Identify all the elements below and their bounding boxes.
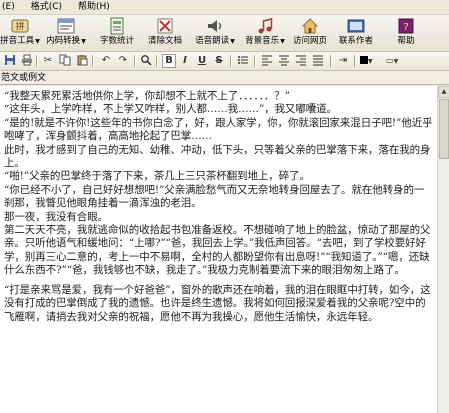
toolbar-divider [36, 55, 38, 67]
help-book-icon: ? [397, 17, 415, 35]
cut-icon[interactable]: ✂ [41, 54, 55, 68]
paragraph: 那一夜，我没有合眼。 [4, 210, 108, 223]
vertical-scrollbar[interactable]: ▲ [437, 86, 449, 413]
bold-button[interactable]: B [162, 54, 176, 68]
paragraph: “啪!”父亲的巴掌终于落了下来，茶几上三只茶杯翻到地上，碎了。 [4, 170, 310, 183]
find-icon[interactable] [139, 54, 153, 68]
paragraph: 此时，我才感到了自己的无知、幼稚、冲动，低下头，只等着父亲的巴掌落下来，落在我的… [4, 143, 431, 170]
scroll-up-icon[interactable]: ▲ [438, 86, 449, 98]
text-editor[interactable]: “我整天累死累活地供你上学，你却想不上就不上了．．．．．．？” “这年头，上学咋… [0, 86, 437, 413]
strikethrough-button[interactable]: S [212, 54, 226, 68]
toolbar-divider [230, 55, 232, 67]
undo-icon[interactable]: ↶ [99, 54, 113, 68]
menu-bar: (E) 格式(C) 帮助(H) [0, 0, 449, 15]
code-convert-button[interactable]: 内码转换▼ [42, 16, 90, 50]
speech-read-label: 语音朗读 [195, 36, 230, 46]
paragraph: “我整天累死累活地供你上学，你却想不上就不上了．．．．．．？” [4, 90, 290, 102]
print-icon[interactable] [20, 54, 34, 68]
contact-author-label: 联系作者 [338, 36, 373, 46]
highlight-color-picker[interactable]: ▭▼ [386, 54, 408, 68]
format-toolbar: ✂ ↶ ↷ B I U S ⇥ ▼ ▭▼ [0, 52, 449, 71]
paragraph: “这年头，上学咋样，不上学又咋样，别人都……我……”，我又嘟囔道。 [4, 103, 337, 116]
font-color-swatch [360, 56, 368, 64]
toolbar-divider [134, 55, 136, 67]
toolbar-divider [254, 55, 256, 67]
scrollbar-thumb[interactable] [439, 99, 449, 159]
code-convert-label: 内码转换 [46, 36, 81, 46]
italic-button[interactable]: I [178, 54, 192, 68]
paragraph: “是的!就是不许你!这些年的书你白念了，好，跟人家学，你，你就滚回家来混日子吧!… [4, 116, 433, 143]
menu-edit[interactable]: (E) [0, 0, 23, 14]
menu-format[interactable]: 格式(C) [23, 0, 70, 14]
align-center-icon[interactable] [277, 54, 291, 68]
clear-document-button[interactable]: 清除文档 [141, 16, 189, 50]
paragraph: “打是亲来骂是爱，我有一个好爸爸”，窗外的歌声还在响着，我的泪在眼眶中打转，如今… [4, 283, 431, 323]
paragraph: “你已经不小了，自己好好想想吧!”父亲满脸愁气而又无奈地转身回屋去了。就在他转身… [4, 183, 425, 210]
bullet-list-icon[interactable] [236, 54, 250, 68]
background-music-label: 背景音乐 [245, 36, 280, 46]
word-count-icon [108, 17, 126, 35]
dropdown-arrow-icon: ▼ [280, 38, 285, 45]
word-count-button[interactable]: 字数统计 [95, 16, 139, 50]
svg-text:拼: 拼 [15, 21, 24, 33]
chevron-down-icon: ▼ [393, 58, 399, 65]
dropdown-arrow-icon: ▼ [81, 38, 86, 45]
copy-icon[interactable] [58, 54, 72, 68]
pinyin-icon: 拼 [11, 17, 29, 35]
visit-webpage-label: 访问网页 [292, 36, 327, 46]
highlight-icon: ▭ [386, 56, 394, 65]
paste-icon[interactable] [75, 54, 89, 68]
contact-author-icon [347, 17, 365, 35]
toolbar-divider [156, 55, 158, 67]
clear-document-label: 清除文档 [147, 36, 182, 46]
help-button[interactable]: ? 帮助 [391, 16, 421, 50]
menu-help[interactable]: 帮助(H) [70, 0, 118, 14]
align-left-icon[interactable] [260, 54, 274, 68]
code-convert-icon [57, 17, 75, 35]
font-color-picker[interactable]: ▼ [360, 54, 382, 68]
underline-button[interactable]: U [195, 54, 209, 68]
toolbar-divider [354, 55, 356, 67]
background-music-button[interactable]: 背景音乐▼ [241, 16, 289, 50]
justify-icon[interactable] [311, 54, 325, 68]
background-music-icon [256, 17, 274, 35]
paragraph: 第二天天不亮，我就逃命似的收拾起书包准备返校。不想碰响了地上的脸盆，惊动了那屋的… [4, 224, 431, 277]
main-toolbar: 拼 拼音工具▼ 内码转换▼ 字数统计 清除文档 语音朗读▼ 背景音乐▼ 访问网页… [0, 15, 449, 52]
chevron-down-icon: ▼ [368, 58, 373, 65]
visit-webpage-button[interactable]: 访问网页 [289, 16, 331, 50]
save-icon[interactable] [3, 54, 17, 68]
contact-author-button[interactable]: 联系作者 [333, 16, 379, 50]
pinyin-tool-label: 拼音工具 [0, 36, 35, 46]
speech-read-icon [206, 17, 224, 35]
help-label: 帮助 [397, 36, 415, 46]
visit-webpage-icon [301, 17, 319, 35]
toolbar-divider [330, 55, 332, 67]
svg-text:?: ? [403, 22, 408, 33]
speech-read-button[interactable]: 语音朗读▼ [191, 16, 239, 50]
toolbar-divider [92, 55, 94, 67]
clear-document-icon [156, 17, 174, 35]
document-tab[interactable]: 范文或例文 [0, 71, 449, 85]
word-count-label: 字数统计 [99, 36, 134, 46]
align-right-icon[interactable] [294, 54, 308, 68]
indent-icon[interactable]: ⇥ [336, 54, 350, 68]
redo-icon[interactable]: ↷ [116, 54, 130, 68]
dropdown-arrow-icon: ▼ [230, 38, 235, 45]
dropdown-arrow-icon: ▼ [35, 38, 40, 45]
pinyin-tool-button[interactable]: 拼 拼音工具▼ [0, 16, 40, 50]
